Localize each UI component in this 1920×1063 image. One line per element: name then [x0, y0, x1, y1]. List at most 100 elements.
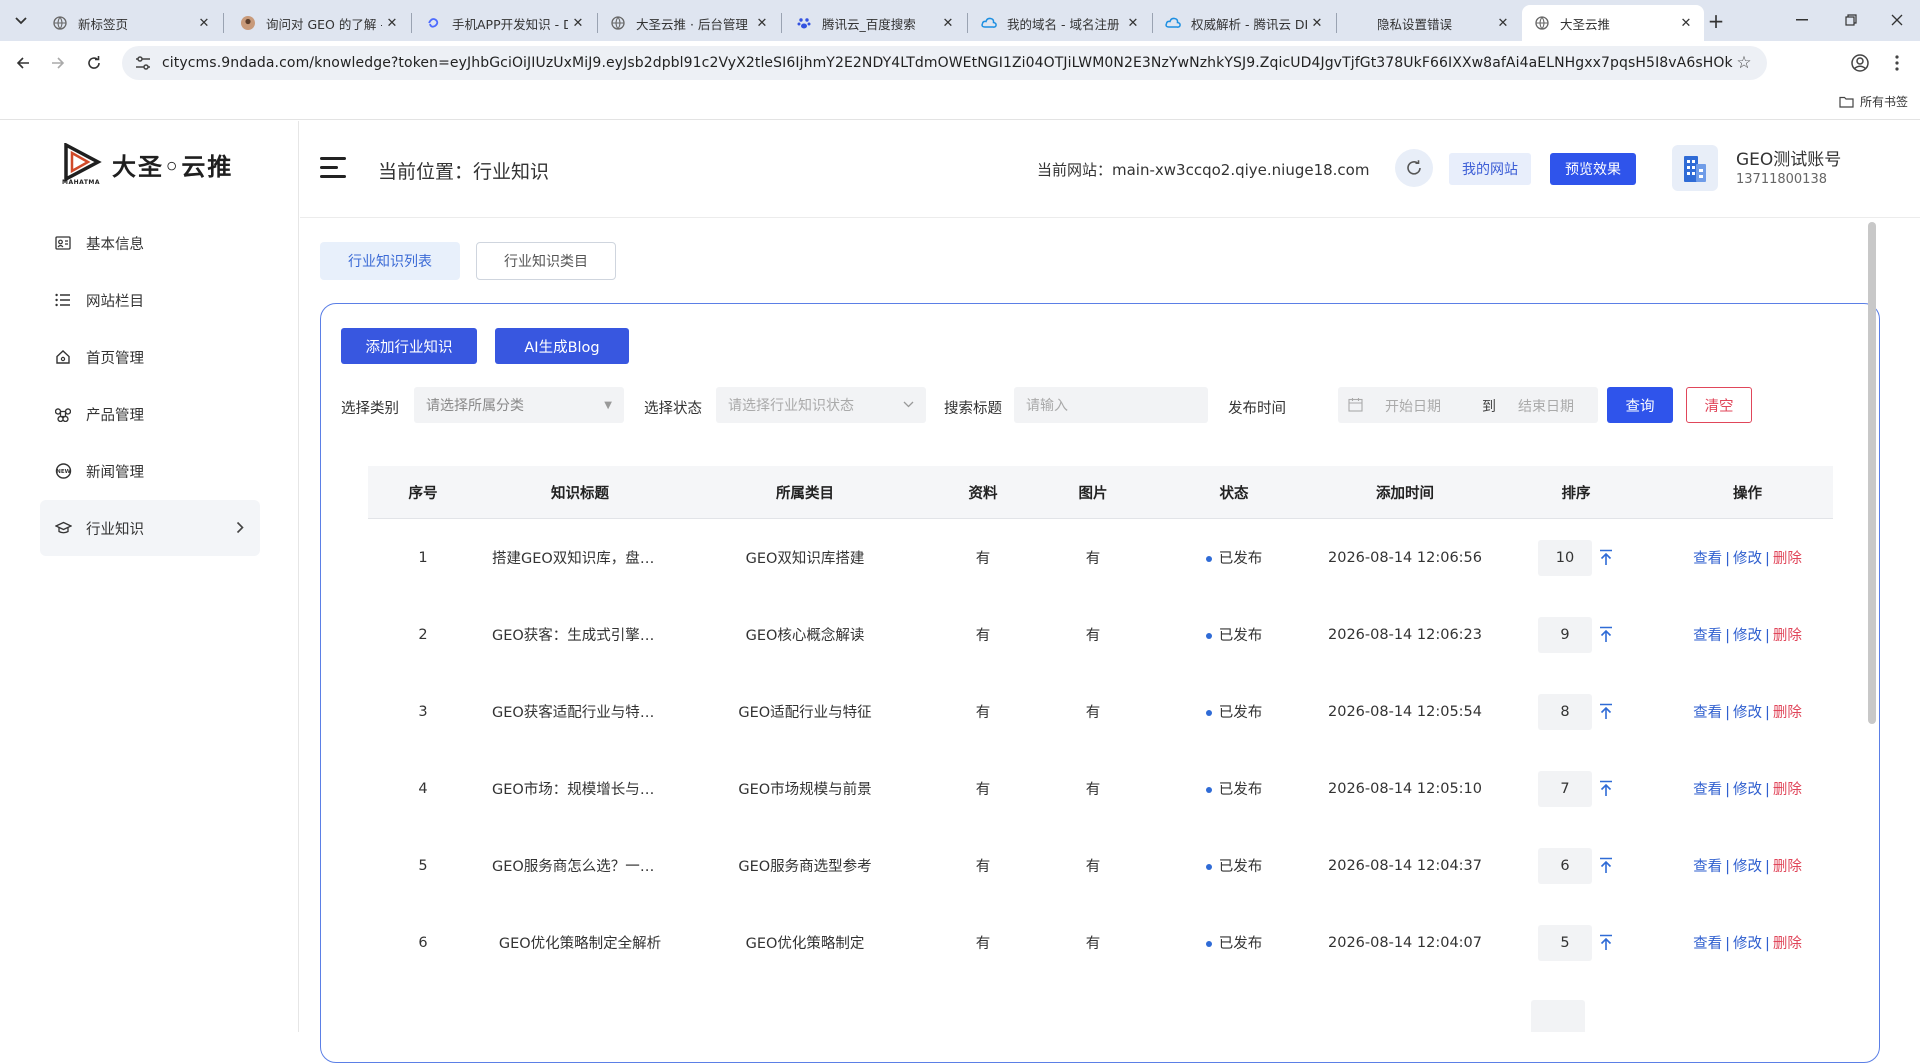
- all-bookmarks-button[interactable]: 所有书签: [1839, 93, 1908, 110]
- calendar-icon: [1348, 397, 1363, 416]
- view-link[interactable]: 查看: [1693, 628, 1722, 644]
- delete-link[interactable]: 删除: [1773, 936, 1802, 952]
- tab-close-icon[interactable]: ✕: [938, 13, 958, 33]
- edit-link[interactable]: 修改: [1733, 859, 1762, 875]
- close-window-button[interactable]: [1882, 8, 1912, 32]
- sort-input[interactable]: 10: [1538, 539, 1592, 576]
- sort-input[interactable]: 8: [1538, 693, 1592, 730]
- tab-close-icon[interactable]: ✕: [194, 13, 214, 33]
- restore-button[interactable]: [1836, 8, 1866, 32]
- sidebar-item[interactable]: 首页管理: [40, 329, 260, 385]
- tab-close-icon[interactable]: ✕: [752, 13, 772, 33]
- url-field[interactable]: citycms.9ndada.com/knowledge?token=eyJhb…: [122, 46, 1767, 80]
- status-dot-icon: [1205, 556, 1212, 562]
- sort-input[interactable]: 7: [1538, 770, 1592, 807]
- scrollbar[interactable]: [1868, 222, 1876, 724]
- tab-close-icon[interactable]: ✕: [568, 13, 588, 33]
- tab-close-icon[interactable]: ✕: [1307, 13, 1327, 33]
- browser-tab[interactable]: 我的域名 - 域名注册 ✕: [969, 5, 1151, 41]
- view-link[interactable]: 查看: [1693, 859, 1722, 875]
- status-dot-icon: [1205, 787, 1212, 793]
- browser-tab-title: 大圣云推 · 后台管理: [636, 16, 748, 32]
- status-select[interactable]: 请选择行业知识状态: [716, 387, 926, 423]
- pin-top-icon[interactable]: [1598, 625, 1614, 645]
- sidebar-item[interactable]: 产品管理: [40, 386, 260, 442]
- back-button[interactable]: [11, 51, 35, 75]
- sidebar-item-label: 新闻管理: [86, 464, 144, 481]
- reload-button[interactable]: [82, 51, 106, 75]
- svg-text:NEW: NEW: [56, 469, 70, 475]
- view-link[interactable]: 查看: [1693, 551, 1722, 567]
- forward-button[interactable]: [46, 51, 70, 75]
- tab-close-icon[interactable]: ✕: [1123, 13, 1143, 33]
- home-icon: [54, 348, 72, 366]
- delete-link[interactable]: 删除: [1773, 782, 1802, 798]
- browser-tab[interactable]: 大圣云推 ✕: [1522, 5, 1704, 41]
- delete-link[interactable]: 删除: [1773, 705, 1802, 721]
- bookmark-star-icon[interactable]: ☆: [1733, 53, 1755, 73]
- minimize-button[interactable]: [1787, 8, 1817, 32]
- avatar[interactable]: [1672, 145, 1718, 191]
- menu-toggle-icon[interactable]: [320, 157, 346, 179]
- edit-link[interactable]: 修改: [1733, 936, 1762, 952]
- edit-link[interactable]: 修改: [1733, 551, 1762, 567]
- pin-top-icon[interactable]: [1598, 702, 1614, 722]
- sidebar-item[interactable]: 网站栏目: [40, 272, 260, 328]
- clear-button[interactable]: 清空: [1686, 387, 1752, 423]
- sidebar-item[interactable]: 基本信息: [40, 215, 260, 271]
- tab-close-icon[interactable]: ✕: [1493, 13, 1513, 33]
- sidebar-item[interactable]: 行业知识: [40, 500, 260, 556]
- tab-search-button[interactable]: [9, 9, 33, 33]
- profile-button[interactable]: [1848, 51, 1872, 75]
- browser-tab[interactable]: 腾讯云_百度搜索 ✕: [784, 5, 966, 41]
- preview-button[interactable]: 预览效果: [1550, 153, 1636, 185]
- browser-tab[interactable]: 权威解析 - 腾讯云 DI ✕: [1153, 5, 1335, 41]
- pin-top-icon[interactable]: [1598, 548, 1614, 568]
- delete-link[interactable]: 删除: [1773, 859, 1802, 875]
- browser-tab[interactable]: 大圣云推 · 后台管理 ✕: [598, 5, 780, 41]
- publish-date-label: 发布时间: [1228, 401, 1286, 417]
- category-select[interactable]: 请选择所属分类 ▼: [414, 387, 624, 423]
- browser-tab[interactable]: 手机APP开发知识 - D ✕: [414, 5, 596, 41]
- add-knowledge-button[interactable]: 添加行业知识: [341, 328, 477, 364]
- row-category: GEO适配行业与特征: [738, 705, 872, 721]
- sidebar-item[interactable]: NEW 新闻管理: [40, 443, 260, 499]
- pin-top-icon[interactable]: [1598, 779, 1614, 799]
- news-icon: NEW: [54, 462, 72, 480]
- view-link[interactable]: 查看: [1693, 936, 1722, 952]
- sort-input[interactable]: 5: [1538, 924, 1592, 961]
- new-tab-button[interactable]: +: [1704, 9, 1728, 33]
- pin-top-icon[interactable]: [1598, 933, 1614, 953]
- tab-knowledge-list[interactable]: 行业知识列表: [320, 242, 460, 280]
- sort-input[interactable]: 6: [1538, 847, 1592, 884]
- delete-link[interactable]: 删除: [1773, 551, 1802, 567]
- browser-tab[interactable]: 询问对 GEO 的了解 - ✕: [228, 5, 410, 41]
- logo[interactable]: MAHATMA 大圣◦云推: [62, 142, 233, 186]
- date-range-picker[interactable]: 开始日期 到 结束日期: [1338, 387, 1598, 423]
- query-button[interactable]: 查询: [1607, 387, 1673, 423]
- view-link[interactable]: 查看: [1693, 782, 1722, 798]
- edit-link[interactable]: 修改: [1733, 705, 1762, 721]
- my-site-button[interactable]: 我的网站: [1449, 153, 1531, 185]
- browser-tab[interactable]: 新标签页 ✕: [40, 5, 222, 41]
- view-link[interactable]: 查看: [1693, 705, 1722, 721]
- site-settings-icon[interactable]: [134, 54, 152, 72]
- refresh-button[interactable]: [1395, 149, 1433, 187]
- tab-close-icon[interactable]: ✕: [382, 13, 402, 33]
- row-number: 1: [418, 549, 428, 566]
- main-content: 行业知识列表 行业知识类目 添加行业知识 AI生成Blog 选择类别 请选择所属…: [300, 218, 1920, 1063]
- search-input[interactable]: 请输入: [1014, 387, 1208, 423]
- ai-generate-blog-button[interactable]: AI生成Blog: [495, 328, 629, 364]
- sort-input[interactable]: 9: [1538, 616, 1592, 653]
- date-start-placeholder: 开始日期: [1385, 399, 1441, 415]
- pin-top-icon[interactable]: [1598, 856, 1614, 876]
- browser-tab[interactable]: 隐私设置错误 ✕: [1339, 5, 1521, 41]
- edit-link[interactable]: 修改: [1733, 782, 1762, 798]
- tab-knowledge-category[interactable]: 行业知识类目: [476, 242, 616, 280]
- tab-close-icon[interactable]: ✕: [1676, 13, 1696, 33]
- category-filter-label: 选择类别: [341, 401, 399, 417]
- browser-menu-button[interactable]: [1885, 51, 1909, 75]
- tab-separator: [223, 13, 224, 33]
- edit-link[interactable]: 修改: [1733, 628, 1762, 644]
- delete-link[interactable]: 删除: [1773, 628, 1802, 644]
